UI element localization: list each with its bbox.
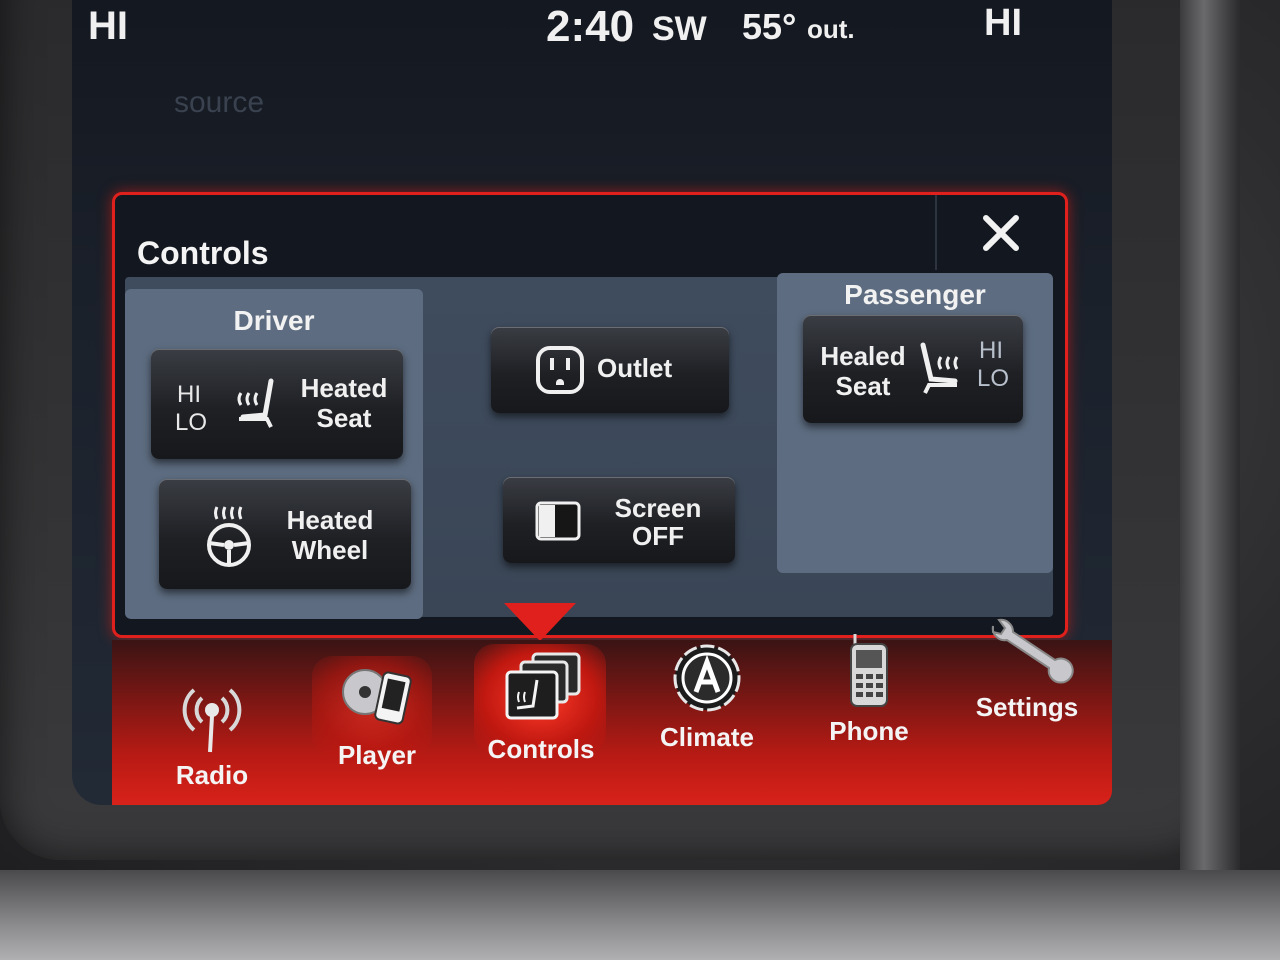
passenger-seat-line1: Healed: [820, 341, 906, 371]
nav-phone[interactable]: Phone: [814, 630, 924, 747]
outlet-label: Outlet: [597, 353, 673, 383]
player-icon: [342, 669, 412, 725]
screen-off-icon: [535, 501, 581, 541]
heated-wheel-line2: Wheel: [291, 535, 369, 565]
passenger-title: Passenger: [844, 279, 986, 310]
nav-radio-label: Radio: [175, 760, 249, 790]
driver-zone: Driver HI LO Heated Seat Heated Wheel: [125, 289, 423, 619]
phone-icon: [850, 634, 888, 707]
screen-off-line2: OFF: [632, 521, 684, 551]
climate-icon: [673, 644, 741, 712]
heated-seat-icon: [920, 342, 959, 394]
right-temp-setting[interactable]: HI: [984, 2, 1022, 45]
compass-heading: SW: [652, 10, 707, 48]
close-icon: [983, 214, 1019, 251]
heated-wheel-button[interactable]: Heated Wheel: [159, 479, 411, 589]
radio-icon: [182, 688, 242, 753]
passenger-seat-line2: Seat: [835, 371, 891, 401]
controls-icon: [505, 652, 581, 720]
active-tab-pointer: [504, 603, 576, 641]
close-button[interactable]: [935, 195, 1065, 270]
passenger-zone: Passenger Healed Seat HI LO: [777, 273, 1053, 573]
dashboard-trim: [1180, 0, 1240, 960]
screen-off-line1: Screen: [614, 493, 702, 523]
driver-title: Driver: [233, 305, 315, 336]
lower-console: [0, 870, 1280, 960]
outlet-button[interactable]: Outlet: [491, 327, 729, 413]
nav-player-label: Player: [337, 740, 417, 770]
driver-seat-hi: HI: [177, 381, 201, 408]
nav-climate[interactable]: Climate: [652, 640, 762, 753]
power-outlet-icon: [536, 346, 584, 394]
nav-controls[interactable]: Controls: [486, 650, 596, 765]
clock: 2:40: [546, 2, 635, 51]
driver-seat-line1: Heated: [300, 373, 388, 403]
screen-off-button[interactable]: Screen OFF: [503, 477, 735, 563]
bottom-nav-bar: Radio Player Controls Climate Phone Sett…: [112, 618, 1112, 805]
nav-controls-label: Controls: [487, 734, 595, 764]
touchscreen: HI 2:40 SW 55° out. HI source Controls D…: [72, 0, 1112, 805]
nav-settings-label: Settings: [975, 692, 1079, 722]
settings-icon: [991, 618, 1074, 684]
controls-body: Driver HI LO Heated Seat Heated Wheel Ou…: [125, 273, 1053, 619]
passenger-seat-hi: HI: [979, 337, 1003, 364]
left-temp-setting[interactable]: HI: [88, 4, 128, 49]
driver-seat-line2: Seat: [316, 403, 372, 433]
heated-seat-icon: [237, 378, 274, 428]
nav-radio[interactable]: Radio: [152, 680, 272, 791]
background-source-label: source: [174, 86, 265, 119]
driver-heated-seat-button[interactable]: HI LO Heated Seat: [151, 349, 403, 459]
popup-title: Controls: [137, 235, 269, 271]
outside-temperature: 55°: [742, 6, 797, 47]
nav-climate-label: Climate: [660, 722, 754, 752]
passenger-seat-lo: LO: [977, 365, 1010, 392]
passenger-heated-seat-button[interactable]: Healed Seat HI LO: [803, 315, 1023, 423]
heated-steering-wheel-icon: [207, 506, 251, 567]
nav-settings[interactable]: Settings: [972, 616, 1082, 723]
heated-wheel-line1: Heated: [286, 505, 374, 535]
nav-phone-label: Phone: [829, 716, 909, 746]
nav-player[interactable]: Player: [322, 664, 432, 771]
outside-label: out.: [807, 14, 855, 44]
controls-popup: Controls Driver HI LO Heated Seat Heated…: [112, 192, 1068, 638]
driver-seat-lo: LO: [175, 409, 208, 436]
